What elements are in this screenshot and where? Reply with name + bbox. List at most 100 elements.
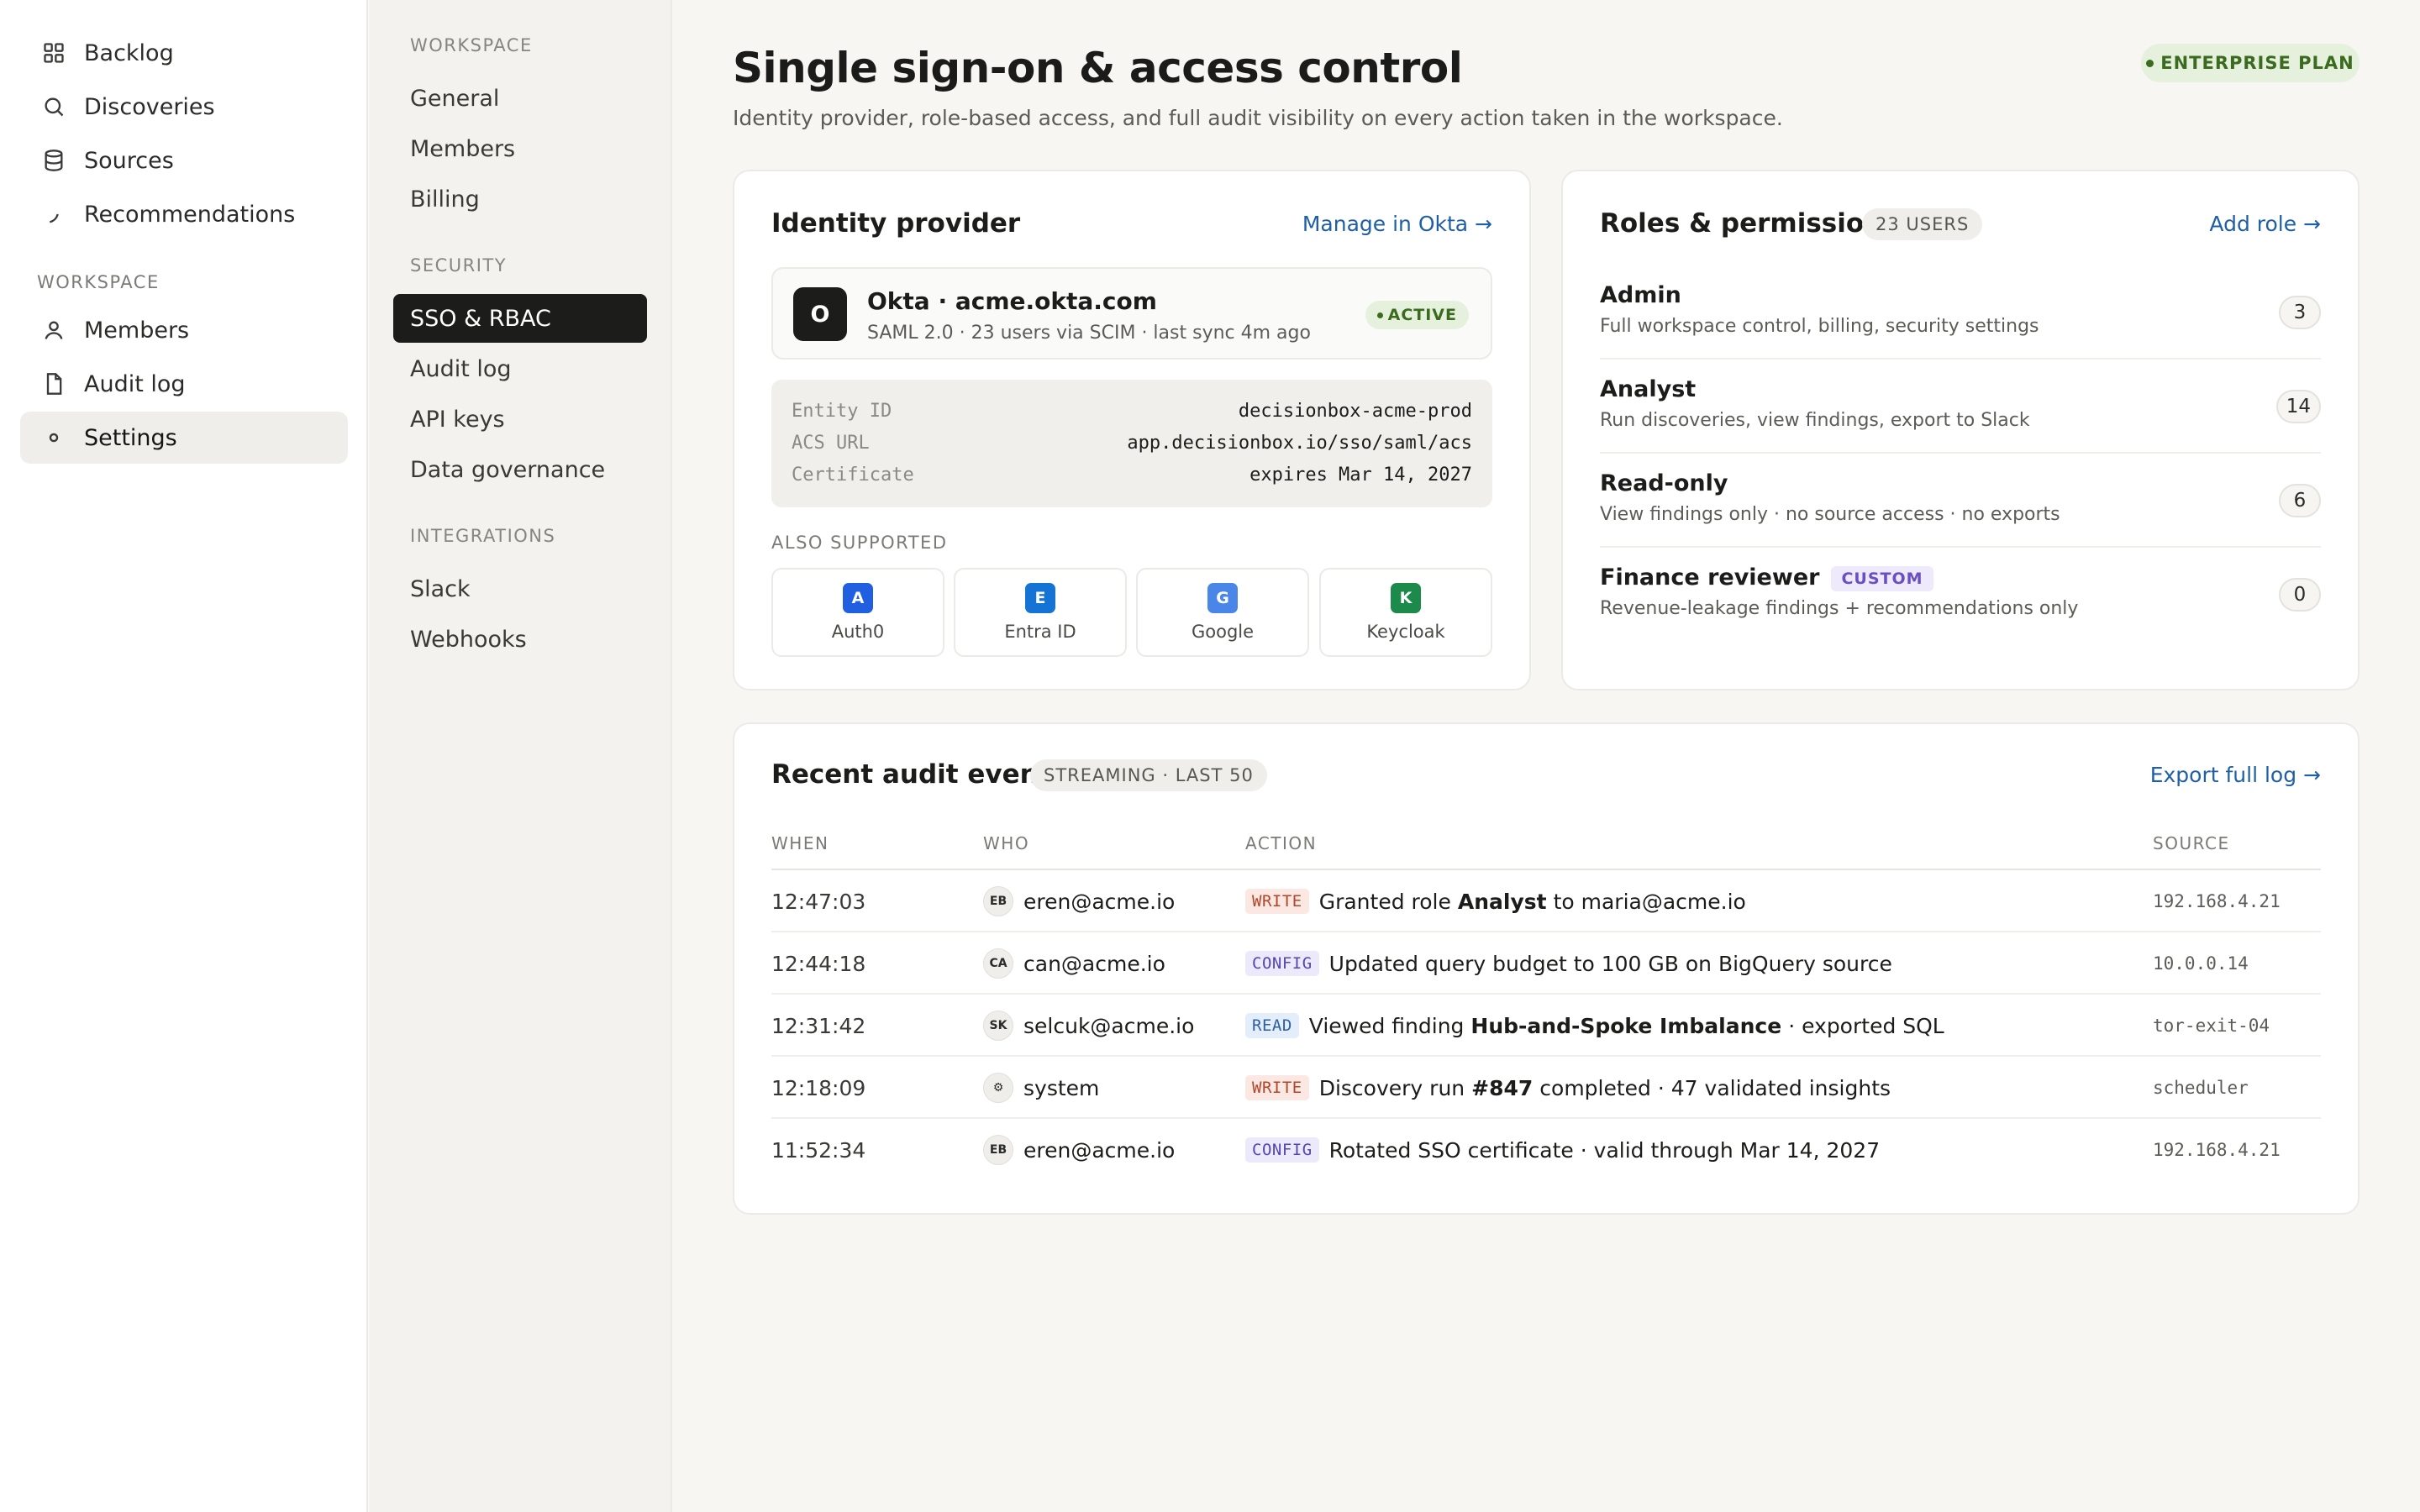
user-icon <box>20 318 84 342</box>
settings-item-audit-log[interactable]: Audit log <box>393 344 647 393</box>
event-action: CONFIG Updated query budget to 100 GB on … <box>1245 932 1892 995</box>
settings-item-data-governance[interactable]: Data governance <box>393 445 647 494</box>
settings-item-slack[interactable]: Slack <box>393 564 647 613</box>
action-text: Rotated SSO certificate · valid through … <box>1328 1137 1881 1163</box>
avatar: ⚙ <box>983 1073 1013 1103</box>
avatar: SK <box>983 1011 1013 1041</box>
nav-item-sources[interactable]: Sources <box>20 134 348 186</box>
provider-option-keycloak[interactable]: K Keycloak <box>1319 568 1492 657</box>
role-desc: Revenue-leakage findings + recommendatio… <box>1600 598 2079 619</box>
nav-label: Settings <box>84 424 177 451</box>
provider-option-entra-id[interactable]: E Entra ID <box>954 568 1127 657</box>
nav-label: Recommendations <box>84 201 296 228</box>
provider-meta: SAML 2.0 · 23 users via SCIM · last sync… <box>867 323 1311 344</box>
event-action: WRITE Discovery run #847 completed · 47 val… <box>1245 1057 1891 1119</box>
action-highlight: Analyst <box>1457 889 1547 914</box>
settings-section-integrations: INTEGRATIONS <box>410 526 556 546</box>
plan-badge-label: ENTERPRISE PLAN <box>2160 53 2354 73</box>
table-row[interactable]: 12:44:18 CA can@acme.io CONFIG Updated query… <box>771 932 2321 995</box>
role-row-analyst[interactable]: Analyst Run discoveries, view findings, … <box>1600 360 2321 454</box>
kv-value: expires Mar 14, 2027 <box>1249 464 1472 486</box>
settings-item-api-keys[interactable]: API keys <box>393 395 647 444</box>
settings-item-webhooks[interactable]: Webhooks <box>393 615 647 664</box>
dot-icon <box>20 426 84 449</box>
table-row[interactable]: 12:18:09 ⚙ system WRITE Discovery run #847 com… <box>771 1057 2321 1119</box>
role-name: Admin <box>1600 282 1681 308</box>
export-full-log-link[interactable]: Export full log → <box>2150 763 2321 787</box>
identity-provider-card: Identity provider Manage in Okta → O Okt… <box>733 170 1531 690</box>
audit-title: Recent audit events <box>771 759 1066 790</box>
nav-item-recommendations[interactable]: Recommendations <box>20 188 348 240</box>
role-name: Analyst <box>1600 376 1697 402</box>
identity-provider-title: Identity provider <box>771 208 1021 239</box>
google-logo-icon: G <box>1207 583 1238 613</box>
nav-item-audit-log[interactable]: Audit log <box>20 358 348 410</box>
provider-option-google[interactable]: G Google <box>1136 568 1309 657</box>
auth0-logo-icon: A <box>843 583 873 613</box>
settings-item-sso-rbac[interactable]: SSO & RBAC <box>393 294 647 343</box>
okta-provider-row: O Okta · acme.okta.com SAML 2.0 · 23 use… <box>771 267 1492 360</box>
nav-label: Discoveries <box>84 93 215 120</box>
action-text: Granted role <box>1318 889 1451 914</box>
active-status-badge: ACTIVE <box>1365 301 1469 329</box>
provider-option-label: Keycloak <box>1366 622 1445 642</box>
nav-item-settings[interactable]: Settings <box>20 412 348 464</box>
settings-item-billing[interactable]: Billing <box>393 175 647 223</box>
saml-config-box: Entity ID decisionbox-acme-prod ACS URL … <box>771 380 1492 507</box>
column-header-source: SOURCE <box>2153 833 2230 853</box>
streaming-badge: STREAMING · LAST 50 <box>1030 759 1267 791</box>
event-time: 12:31:42 <box>771 1013 866 1038</box>
nav-item-members[interactable]: Members <box>20 304 348 356</box>
role-name: Read-only <box>1600 470 1728 496</box>
event-source: scheduler <box>2153 1078 2249 1098</box>
action-type-tag: CONFIG <box>1245 1137 1319 1163</box>
kv-value: decisionbox-acme-prod <box>1238 400 1472 422</box>
settings-nav: WORKSPACE General Members Billing SECURI… <box>370 0 672 1512</box>
action-highlight: Hub-and-Spoke Imbalance <box>1470 1013 1782 1038</box>
app-sidebar: Backlog Discoveries Sources Recommendati… <box>0 0 368 1512</box>
add-role-link[interactable]: Add role → <box>2209 212 2321 236</box>
event-time: 12:18:09 <box>771 1075 866 1100</box>
nav-item-discoveries[interactable]: Discoveries <box>20 81 348 133</box>
manage-in-okta-link[interactable]: Manage in Okta → <box>1302 212 1492 236</box>
table-row[interactable]: 12:47:03 EB eren@acme.io WRITE Granted role A… <box>771 870 2321 932</box>
event-actor: CA can@acme.io <box>983 932 1165 995</box>
grid-icon <box>20 41 84 65</box>
column-header-who: WHO <box>983 833 1030 853</box>
table-row[interactable]: 11:52:34 EB eren@acme.io CONFIG Rotated SSO … <box>771 1119 2321 1181</box>
nav-label: Members <box>84 317 190 344</box>
action-type-tag: WRITE <box>1245 1075 1309 1100</box>
settings-section-security: SECURITY <box>410 255 508 276</box>
role-name: Finance reviewer <box>1600 564 1820 591</box>
kv-row-certificate: Certificate expires Mar 14, 2027 <box>792 459 1472 491</box>
event-time: 12:44:18 <box>771 951 866 976</box>
keycloak-logo-icon: K <box>1391 583 1421 613</box>
provider-option-label: Google <box>1191 622 1255 642</box>
actor-email: system <box>1023 1075 1100 1100</box>
kv-key: ACS URL <box>792 432 870 454</box>
role-row-admin[interactable]: Admin Full workspace control, billing, s… <box>1600 265 2321 360</box>
provider-option-label: Entra ID <box>1004 622 1076 642</box>
status-dot-icon <box>2146 59 2154 67</box>
nav-item-backlog[interactable]: Backlog <box>20 27 348 79</box>
event-action: CONFIG Rotated SSO certificate · valid th… <box>1245 1119 1880 1181</box>
role-count-badge: 6 <box>2279 484 2321 517</box>
event-actor: EB eren@acme.io <box>983 1119 1175 1181</box>
also-supported-label: ALSO SUPPORTED <box>771 533 948 553</box>
role-count-badge: 0 <box>2279 578 2321 612</box>
event-time: 12:47:03 <box>771 889 866 914</box>
table-row[interactable]: 12:31:42 SK selcuk@acme.io READ Viewed findi… <box>771 995 2321 1057</box>
nav-section-workspace: WORKSPACE <box>37 272 160 292</box>
kv-row-acs-url: ACS URL app.decisionbox.io/sso/saml/acs <box>792 427 1472 459</box>
settings-item-members[interactable]: Members <box>393 124 647 173</box>
nav-label: Backlog <box>84 39 174 66</box>
roles-title: Roles & permissions <box>1600 208 1898 239</box>
event-actor: ⚙ system <box>983 1057 1099 1119</box>
provider-option-auth0[interactable]: A Auth0 <box>771 568 944 657</box>
kv-key: Entity ID <box>792 400 892 422</box>
role-row-read-only[interactable]: Read-only View findings only · no source… <box>1600 454 2321 548</box>
role-row-finance-reviewer[interactable]: Finance reviewer CUSTOM Revenue-leakage f… <box>1600 548 2321 642</box>
settings-item-general[interactable]: General <box>393 74 647 123</box>
avatar: EB <box>983 1135 1013 1165</box>
okta-logo-icon: O <box>793 287 847 341</box>
